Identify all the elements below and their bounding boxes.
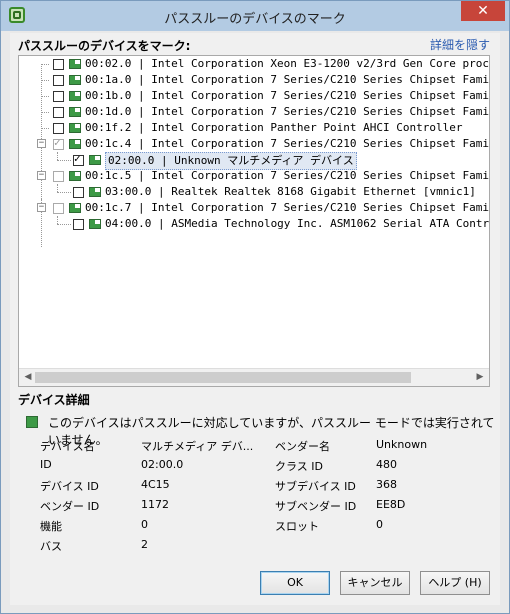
detail-value: 1172 xyxy=(141,498,169,511)
detail-value: 4C15 xyxy=(141,478,170,491)
detail-value: 368 xyxy=(376,478,397,491)
detail-label: バス xyxy=(40,540,62,553)
pci-device-icon xyxy=(69,75,81,85)
device-row[interactable]: − 00:1c.4 | Intel Corporation 7 Series/C… xyxy=(19,136,489,152)
title-bar: パススルーのデバイスのマーク ✕ xyxy=(1,1,509,31)
hide-details-link[interactable]: 詳細を隠す xyxy=(430,36,490,53)
detail-value: 0 xyxy=(141,518,148,531)
device-details-title: デバイス詳細 xyxy=(18,393,90,407)
detail-label: デバイス名 xyxy=(40,440,95,453)
detail-value: マルチメディア デバ... xyxy=(141,440,254,453)
detail-value: EE8D xyxy=(376,498,406,511)
device-row[interactable]: 00:02.0 | Intel Corporation Xeon E3-1200… xyxy=(19,56,489,72)
device-checkbox[interactable] xyxy=(53,107,64,118)
collapse-icon[interactable]: − xyxy=(37,203,46,212)
device-checkbox[interactable] xyxy=(73,219,84,230)
pci-device-icon xyxy=(89,155,101,165)
detail-value: 02:00.0 xyxy=(141,458,184,471)
pci-device-icon xyxy=(69,171,81,181)
device-list-header: パススルーのデバイスをマーク: xyxy=(18,39,191,53)
device-row[interactable]: 00:1a.0 | Intel Corporation 7 Series/C21… xyxy=(19,72,489,88)
detail-label: クラス ID xyxy=(275,460,323,473)
dialog-window: パススルーのデバイスのマーク ✕ パススルーのデバイスをマーク: 詳細を隠す 0… xyxy=(0,0,510,614)
device-checkbox[interactable] xyxy=(53,171,64,182)
scroll-right-icon[interactable]: ▶ xyxy=(473,370,487,385)
horizontal-scrollbar[interactable]: ◀ ▶ xyxy=(19,368,489,386)
detail-value: 2 xyxy=(141,538,148,551)
device-row[interactable]: 00:1b.0 | Intel Corporation 7 Series/C21… xyxy=(19,88,489,104)
detail-label: ベンダー ID xyxy=(40,500,100,513)
device-row[interactable]: − 00:1c.5 | Intel Corporation 7 Series/C… xyxy=(19,168,489,184)
window-title: パススルーのデバイスのマーク xyxy=(164,12,346,27)
device-checkbox[interactable] xyxy=(53,75,64,86)
help-button[interactable]: ヘルプ (H) xyxy=(420,571,490,595)
device-checkbox[interactable] xyxy=(53,91,64,102)
device-label: 00:1f.2 | Intel Corporation Panther Poin… xyxy=(85,121,463,134)
cancel-button[interactable]: キャンセル xyxy=(340,571,410,595)
device-tree: 00:02.0 | Intel Corporation Xeon E3-1200… xyxy=(18,55,490,387)
pci-device-icon xyxy=(69,91,81,101)
device-label: 03:00.0 | Realtek Realtek 8168 Gigabit E… xyxy=(105,185,476,198)
pci-device-icon xyxy=(89,187,101,197)
device-row-selected[interactable]: 02:00.0 | Unknown マルチメディア デバイス xyxy=(19,152,489,170)
detail-value: 480 xyxy=(376,458,397,471)
device-row[interactable]: − 00:1c.7 | Intel Corporation 7 Series/C… xyxy=(19,200,489,216)
device-label: 04:00.0 | ASMedia Technology Inc. ASM106… xyxy=(105,217,490,230)
device-checkbox[interactable] xyxy=(73,187,84,198)
device-checkbox[interactable] xyxy=(53,203,64,214)
passthrough-notice: このデバイスはパススルーに対応していますが、パススルー モードでは実行されていま… xyxy=(48,416,495,447)
pci-device-icon xyxy=(69,139,81,149)
detail-label: ベンダー名 xyxy=(275,440,330,453)
device-label: 00:1b.0 | Intel Corporation 7 Series/C21… xyxy=(85,89,489,102)
pci-device-icon xyxy=(69,123,81,133)
collapse-icon[interactable]: − xyxy=(37,139,46,148)
close-button[interactable]: ✕ xyxy=(461,1,505,21)
device-label: 00:1a.0 | Intel Corporation 7 Series/C21… xyxy=(85,73,489,86)
device-checkbox[interactable] xyxy=(53,123,64,134)
scrollbar-thumb[interactable] xyxy=(35,372,411,383)
detail-label: 機能 xyxy=(40,520,62,533)
detail-label: サブデバイス ID xyxy=(275,480,356,493)
collapse-icon[interactable]: − xyxy=(37,171,46,180)
pci-device-icon xyxy=(89,219,101,229)
device-label: 00:02.0 | Intel Corporation Xeon E3-1200… xyxy=(85,57,489,70)
device-row[interactable]: 00:1d.0 | Intel Corporation 7 Series/C21… xyxy=(19,104,489,120)
device-row[interactable]: 03:00.0 | Realtek Realtek 8168 Gigabit E… xyxy=(19,184,489,200)
pci-device-icon xyxy=(69,203,81,213)
device-checkbox[interactable] xyxy=(53,136,64,150)
pci-device-icon xyxy=(69,107,81,117)
dialog-body: パススルーのデバイスをマーク: 詳細を隠す 00:02.0 | Intel Co… xyxy=(10,33,500,605)
pci-device-icon xyxy=(69,59,81,69)
detail-label: ID xyxy=(40,458,52,471)
device-label: 00:1c.5 | Intel Corporation 7 Series/C21… xyxy=(85,169,489,182)
detail-value: Unknown xyxy=(376,438,428,451)
scroll-left-icon[interactable]: ◀ xyxy=(21,370,35,385)
device-label: 00:1c.7 | Intel Corporation 7 Series/C21… xyxy=(85,201,489,214)
device-label: 00:1c.4 | Intel Corporation 7 Series/C21… xyxy=(85,137,489,150)
detail-value: 0 xyxy=(376,518,383,531)
device-checkbox[interactable] xyxy=(53,59,64,70)
device-row[interactable]: 04:00.0 | ASMedia Technology Inc. ASM106… xyxy=(19,216,489,232)
device-row[interactable]: 00:1f.2 | Intel Corporation Panther Poin… xyxy=(19,120,489,136)
detail-label: サブベンダー ID xyxy=(275,500,357,513)
ok-button[interactable]: OK xyxy=(260,571,330,595)
device-checkbox[interactable] xyxy=(73,152,84,166)
device-label: 00:1d.0 | Intel Corporation 7 Series/C21… xyxy=(85,105,489,118)
detail-label: スロット xyxy=(275,520,319,533)
detail-label: デバイス ID xyxy=(40,480,99,493)
device-status-icon xyxy=(26,416,38,428)
